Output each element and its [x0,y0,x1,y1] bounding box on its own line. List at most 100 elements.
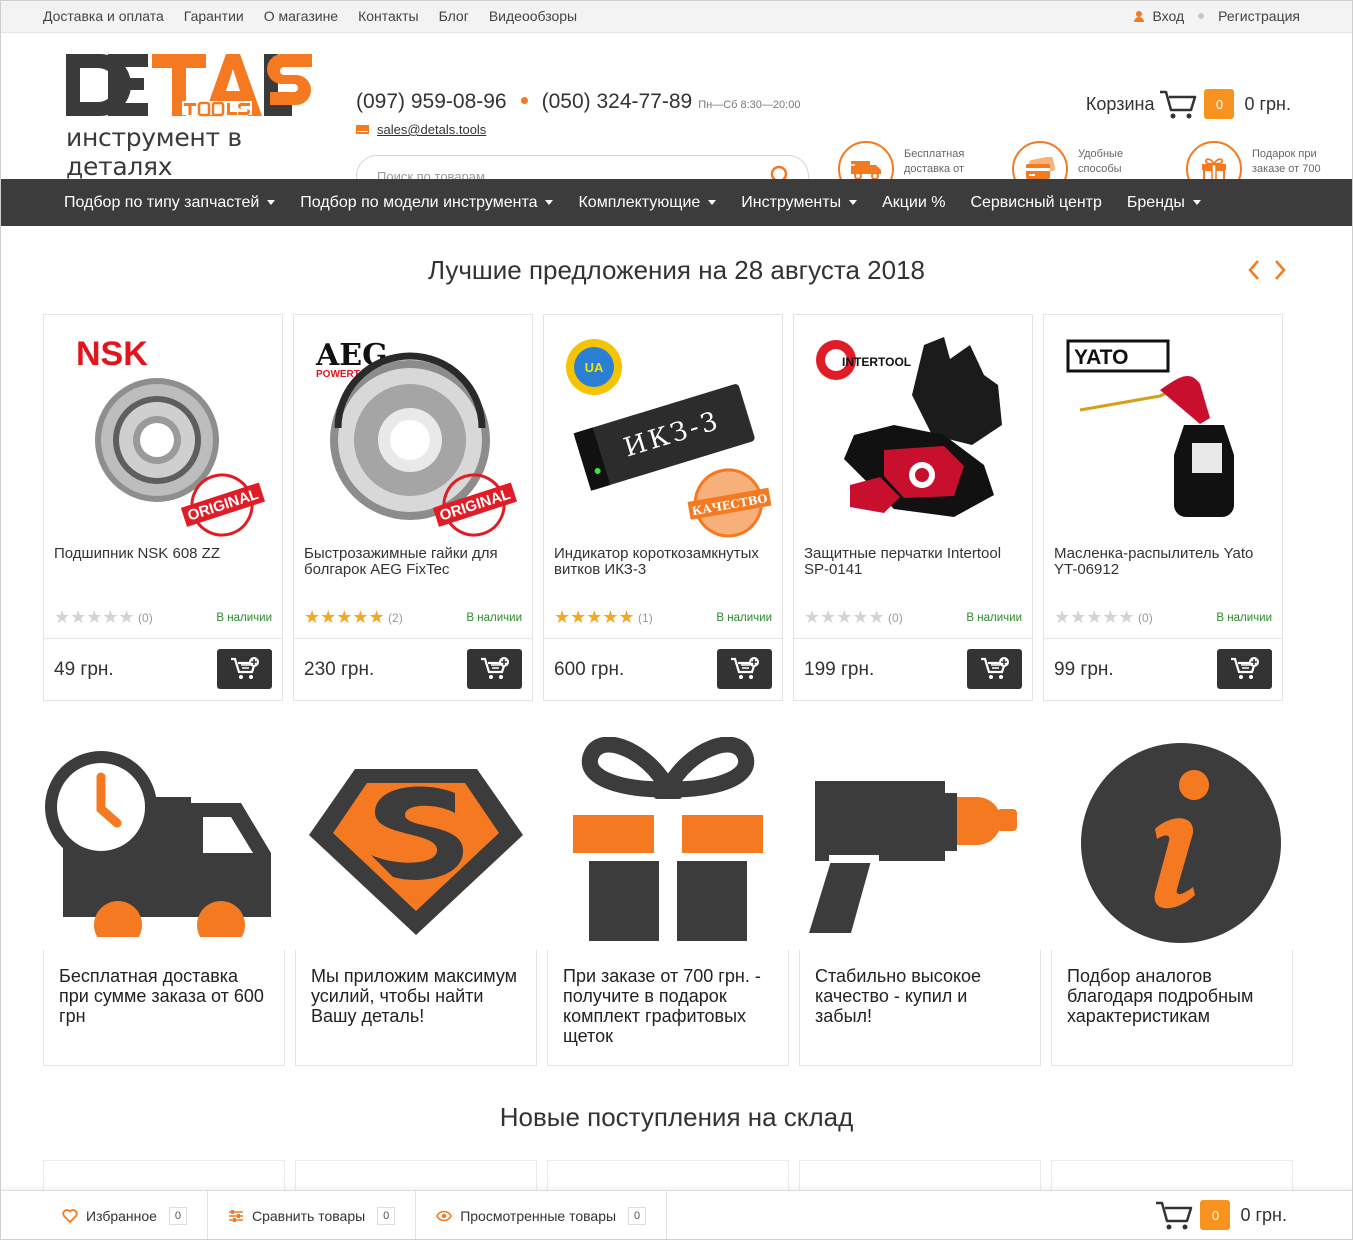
feature-analogs: Подбор аналогов благодаря подробным хара… [1051,737,1293,1066]
cart-total: 0 грн. [1240,1204,1287,1225]
top-link-guarantees[interactable]: Гарантии [184,8,244,24]
login-link[interactable]: Вход [1152,8,1184,24]
product-price: 99 грн. [1054,659,1114,680]
register-link[interactable]: Регистрация [1218,8,1300,24]
site-logo[interactable]: инструмент в деталях [64,51,314,181]
card-footer: 199 грн. [794,638,1032,700]
product-title[interactable]: Быстрозажимные гайки для болгарок AEG Fi… [304,546,524,578]
nav-label: Комплектующие [578,193,701,211]
product-card[interactable]: INTERTOOL Защитные перчатки Intertool SP… [793,314,1033,701]
new-arrivals-heading: Новые поступления на склад [499,1102,854,1132]
email-link[interactable]: sales@detals.tools [377,122,486,137]
viewed-label: Просмотренные товары [460,1207,617,1224]
gift-box-icon [573,736,763,941]
separator-dot [1198,13,1205,19]
cart-plus-icon [230,657,259,679]
review-count: (2) [388,611,403,625]
header-cart[interactable]: Корзина 0 0 грн. [1086,88,1291,120]
top-link-reviews[interactable]: Видеообзоры [489,8,577,24]
phone-1[interactable]: (097) 959-08-96 [356,90,507,114]
product-image-oiler[interactable]: YATO [1044,315,1282,540]
product-card[interactable]: YATO Масленка-распылитель Yato YT-06912 … [1043,314,1283,701]
nav-service-center[interactable]: Сервисный центр [970,194,1101,212]
top-link-about[interactable]: О магазине [264,8,338,24]
top-link-blog[interactable]: Блог [439,8,469,24]
nav-label: Подбор по модели инструмента [300,193,538,211]
logo-mark-icon [66,54,312,117]
compare-button[interactable]: Сравнить товары 0 [208,1190,417,1240]
rating-stars-icon: ★★★★★ [804,607,885,628]
product-title[interactable]: Подшипник NSK 608 ZZ [54,546,274,562]
top-bar: Доставка и оплата Гарантии О магазине Ко… [0,0,1353,33]
product-rating: ★★★★★ (0) [54,609,153,627]
stock-status: В наличии [716,612,772,624]
compare-count: 0 [377,1206,396,1225]
nav-label: Бренды [1126,193,1185,211]
chevron-right-icon[interactable] [1273,258,1287,282]
feature-text: Подбор аналогов благодаря подробным хара… [1051,950,1293,1066]
feature-text: При заказе от 700 грн. - получите в пода… [547,950,789,1066]
stock-status: В наличии [966,612,1022,624]
stock-status: В наличии [216,612,272,624]
nav-components[interactable]: Комплектующие [578,193,717,212]
rating-stars-icon: ★★★★★ [554,607,635,628]
product-image-bearing[interactable]: NSK ORIGINAL [44,315,282,540]
cart-icon [1160,90,1197,119]
add-to-cart-button[interactable] [717,649,772,689]
brand-logo-text: YATO [1074,346,1128,369]
email-block: sales@detals.tools [356,122,486,137]
rating-stars-icon: ★★★★★ [304,607,385,628]
nav-sales[interactable]: Акции % [882,194,945,212]
superman-shield-icon [309,769,523,935]
stock-status: В наличии [1216,612,1272,624]
phone-2[interactable]: (050) 324-77-89 [542,90,693,114]
info-icon [1081,743,1281,943]
card-footer: 230 грн. [294,638,532,700]
add-to-cart-button[interactable] [967,649,1022,689]
card-footer: 49 грн. [44,638,282,700]
product-title[interactable]: Индикатор короткозамкнутых витков ИКЗ-3 [554,546,774,578]
stock-status: В наличии [466,612,522,624]
nav-parts-by-type[interactable]: Подбор по типу запчастей [64,194,276,212]
product-rating: ★★★★★ (1) [554,609,653,627]
product-card[interactable]: UA ИКЗ-3 КАЧЕСТВО Индикатор короткозамкн… [543,314,783,701]
add-to-cart-button[interactable] [467,649,522,689]
nav-tools[interactable]: Инструменты [741,193,858,212]
caret-down-icon [545,200,554,205]
caret-down-icon [1192,200,1201,205]
feature-quality: Стабильно высокое качество - купил и заб… [799,737,1041,1066]
product-image-nut[interactable]: AEG POWERTOOLS ORIGINAL [294,315,532,540]
product-image-indicator[interactable]: UA ИКЗ-3 КАЧЕСТВО [544,315,782,540]
product-card[interactable]: AEG POWERTOOLS ORIGINAL Быстрозажимные г… [293,314,533,701]
nav-brands[interactable]: Бренды [1127,194,1201,212]
compare-sliders-icon [228,1209,243,1222]
phones: (097) 959-08-96 (050) 324-77-89 Пн—Сб 8:… [356,90,800,114]
auth-links: Вход Регистрация [1134,8,1300,24]
chevron-left-icon[interactable] [1247,258,1261,282]
card-footer: 99 грн. [1044,638,1282,700]
product-title[interactable]: Масленка-распылитель Yato YT-06912 [1054,546,1274,578]
viewed-button[interactable]: Просмотренные товары 0 [416,1190,668,1240]
user-icon [1134,10,1145,22]
product-title[interactable]: Защитные перчатки Intertool SP-0141 [804,546,1024,578]
add-to-cart-button[interactable] [217,649,272,689]
card-footer: 600 грн. [544,638,782,700]
working-hours: Пн—Сб 8:30—20:00 [698,99,801,111]
brand-logo-text: INTERTOOL [842,355,911,369]
product-price: 600 грн. [554,659,625,680]
product-card[interactable]: NSK ORIGINAL Подшипник NSK 608 ZZ ★★★★★ … [43,314,283,701]
top-link-delivery[interactable]: Доставка и оплата [43,8,164,24]
eye-icon [436,1210,453,1221]
nav-label: Инструменты [741,193,842,211]
nav-parts-by-model[interactable]: Подбор по модели инструмента [300,193,554,212]
add-to-cart-button[interactable] [1217,649,1272,689]
bottom-cart[interactable]: 0 0 грн. [1154,1199,1287,1231]
product-rating: ★★★★★ (0) [804,609,903,627]
brand-logo-text: NSK [76,335,148,373]
caret-down-icon [267,200,276,205]
product-image-gloves[interactable]: INTERTOOL [794,315,1032,540]
review-count: (1) [638,611,653,625]
cart-plus-icon [730,657,759,679]
favorites-button[interactable]: Избранное 0 [0,1190,208,1240]
top-link-contacts[interactable]: Контакты [358,8,418,24]
